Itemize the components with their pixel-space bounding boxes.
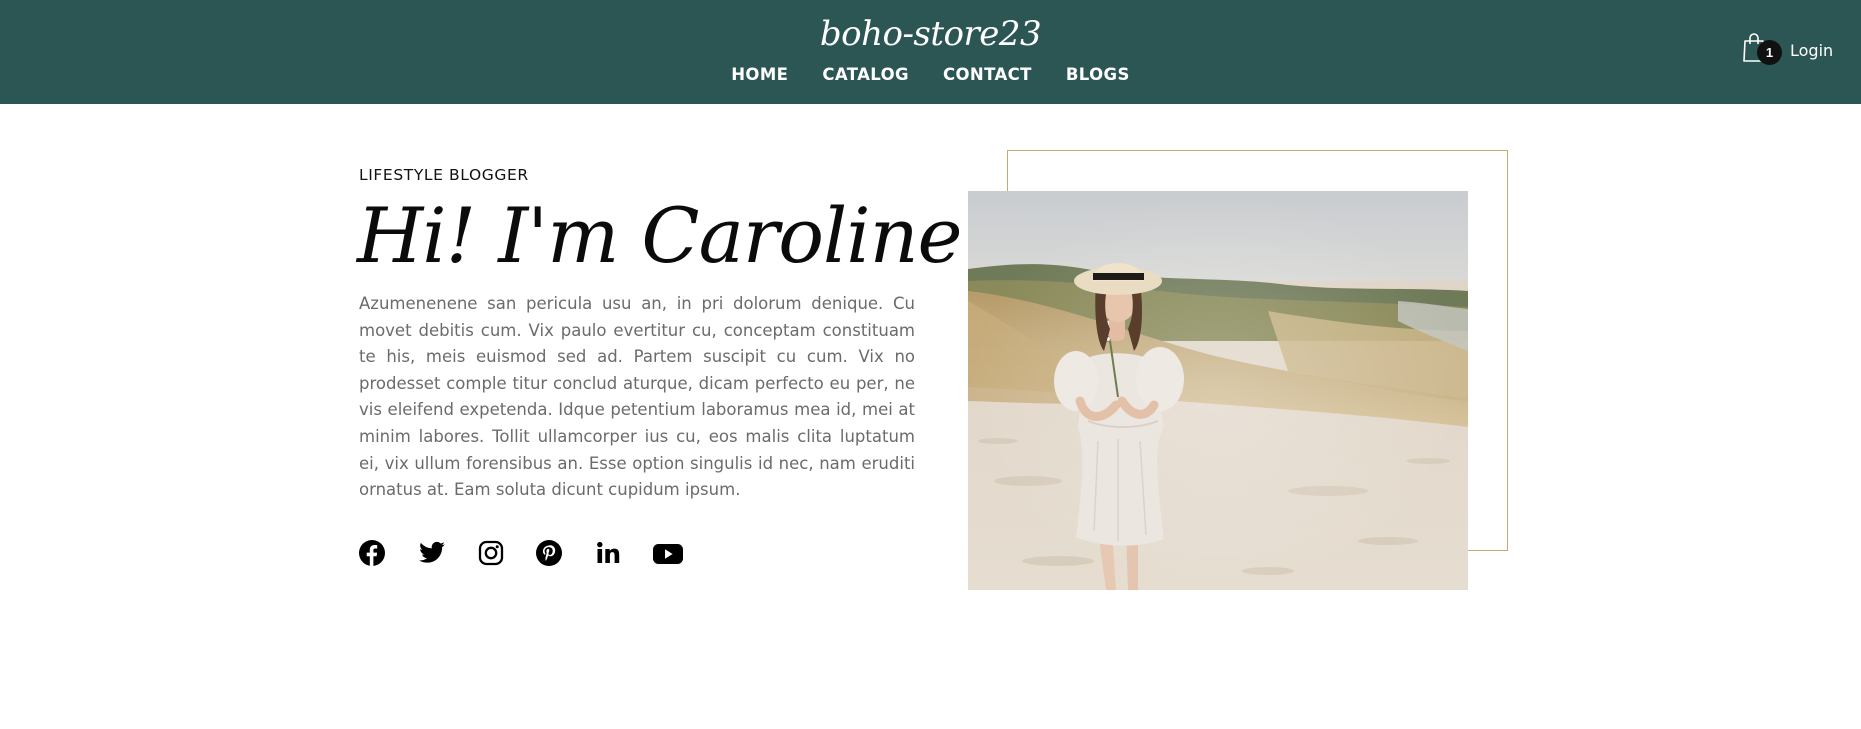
youtube-link[interactable] bbox=[652, 539, 683, 569]
facebook-link[interactable] bbox=[358, 539, 388, 569]
linkedin-icon bbox=[597, 541, 620, 563]
main-nav: HOME CATALOG CONTACT BLOGS bbox=[0, 64, 1861, 86]
hero-photo bbox=[968, 191, 1468, 590]
instagram-link[interactable] bbox=[477, 539, 507, 569]
nav-contact[interactable]: CONTACT bbox=[943, 64, 1032, 86]
login-link[interactable]: Login bbox=[1790, 40, 1833, 62]
nav-catalog[interactable]: CATALOG bbox=[822, 64, 909, 86]
instagram-icon bbox=[478, 540, 504, 566]
hero-description: Azumenenene san pericula usu an, in pri … bbox=[359, 294, 915, 500]
nav-home[interactable]: HOME bbox=[731, 64, 788, 86]
hero-title: Hi! I'm Caroline bbox=[357, 191, 963, 280]
woman-on-beach-illustration bbox=[968, 191, 1468, 590]
youtube-icon bbox=[653, 544, 683, 564]
twitter-icon bbox=[419, 541, 445, 563]
site-header: boho-store23 HOME CATALOG CONTACT BLOGS … bbox=[0, 0, 1861, 104]
cart-count-badge: 1 bbox=[1757, 40, 1782, 65]
nav-blogs[interactable]: BLOGS bbox=[1066, 64, 1130, 86]
facebook-icon bbox=[359, 540, 385, 566]
twitter-link[interactable] bbox=[418, 539, 448, 569]
pinterest-link[interactable] bbox=[535, 539, 565, 569]
cart-button[interactable]: 1 bbox=[1742, 31, 1782, 65]
linkedin-link[interactable] bbox=[594, 539, 624, 569]
brand-logo[interactable]: boho-store23 bbox=[0, 12, 1861, 56]
hero-eyebrow: LIFESTYLE BLOGGER bbox=[359, 166, 529, 184]
pinterest-icon bbox=[536, 540, 562, 566]
